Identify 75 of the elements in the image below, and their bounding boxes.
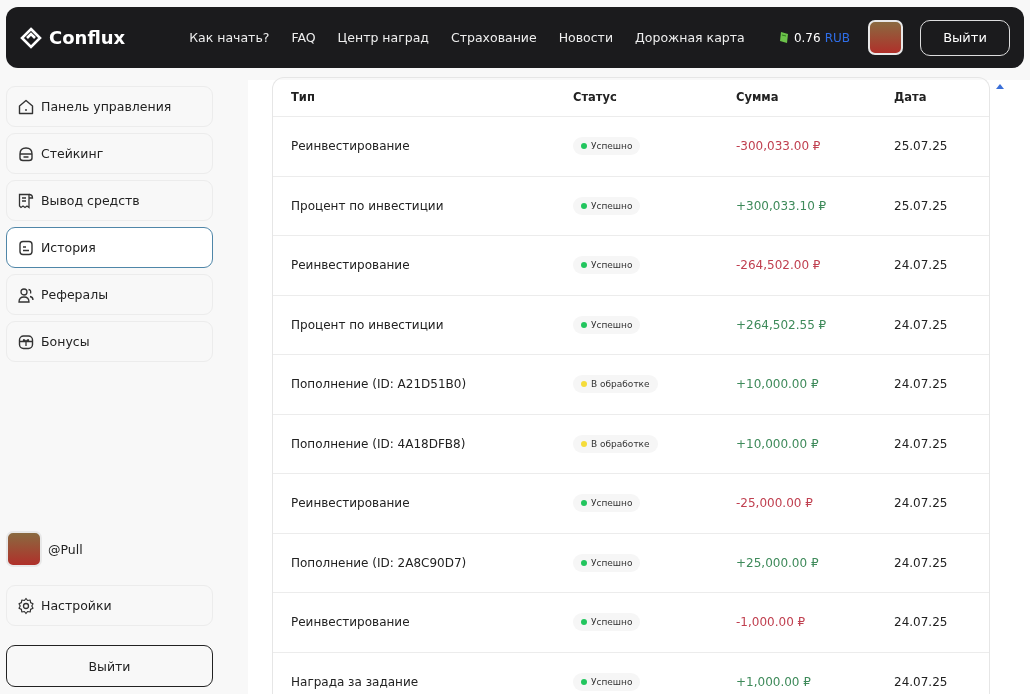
nav-link[interactable]: Новости [558,30,614,45]
coin-stack-icon [17,144,35,163]
status-badge: В обработке [573,434,658,453]
logout-button[interactable]: Выйти [920,19,1010,56]
nav-link[interactable]: Дорожная карта [635,30,745,45]
status-badge: Успешно [573,613,641,632]
amount-text: +264,502.55 ₽ [736,317,827,332]
column-header: Статус [573,90,618,104]
amount-text: -300,033.00 ₽ [736,139,821,154]
gift-icon [17,332,35,351]
table-cell-text: Процент по инвестиции [291,317,445,332]
logout-button[interactable]: Выйти [6,645,213,687]
amount-text: +300,033.10 ₽ [736,198,827,213]
avatar-picture[interactable] [6,531,42,567]
sidebar-item[interactable]: Панель управления [6,86,213,127]
sidebar-item[interactable]: История [6,227,213,268]
table-cell-text: Награда за задание [291,674,420,689]
amount-text: +10,000.00 ₽ [736,436,819,451]
balance-currency: RUB [824,30,850,45]
status-badge: Успешно [573,137,641,156]
table-cell-text: Реинвестирование [291,615,411,630]
amount-text: +25,000.00 ₽ [736,555,819,570]
diamond-logo-icon [20,26,42,49]
table-cell-text: Реинвестирование [291,496,411,511]
status-badge: Успешно [573,494,641,513]
column-header: Сумма [736,90,780,104]
receipt-icon [17,191,35,210]
avatar-picture[interactable] [868,20,903,55]
status-badge: Успешно [573,256,641,275]
status-badge: Успешно [573,672,641,691]
username: @Pull [48,541,83,557]
table-cell-text: 24.07.25 [894,258,949,273]
status-badge: Успешно [573,196,641,215]
sidebar-item[interactable]: Вывод средств [6,180,213,221]
nav-link[interactable]: Центр наград [337,30,429,45]
table-cell-text: 24.07.25 [894,496,949,511]
table-cell-text: Пополнение (ID: 2A8C90D7) [291,555,468,570]
table-cell-text: 24.07.25 [894,555,949,570]
balance-amount: 0.76 [793,30,821,45]
table-cell-text: 24.07.25 [894,317,949,332]
document-icon [17,238,35,257]
table-cell-text: Реинвестирование [291,258,411,273]
amount-text: +10,000.00 ₽ [736,377,819,392]
table-cell-text: 25.07.25 [894,198,949,213]
table-cell-text: 24.07.25 [894,615,949,630]
users-icon [17,285,35,304]
table-cell-text: Реинвестирование [291,139,411,154]
scroll-up-icon[interactable] [996,84,1004,89]
amount-text: -25,000.00 ₽ [736,496,813,511]
column-header: Тип [291,90,316,104]
table-cell-text: Пополнение (ID: 4A18DFB8) [291,436,467,451]
table-cell-text: 24.07.25 [894,436,949,451]
status-badge: Успешно [573,553,641,572]
home-icon [17,97,35,116]
status-badge: Успешно [573,315,641,334]
amount-text: -264,502.00 ₽ [736,258,821,273]
cash-icon [777,31,790,44]
sidebar-item[interactable]: Стейкинг [6,133,213,174]
amount-text: -1,000.00 ₽ [736,615,806,630]
sidebar-item[interactable]: Рефералы [6,274,213,315]
nav-link[interactable]: Как начать? [189,30,270,45]
sidebar-item[interactable]: Бонусы [6,321,213,362]
column-header: Дата [894,90,928,104]
settings-item[interactable]: Настройки [6,585,213,626]
table-cell-text: 24.07.25 [894,377,949,392]
amount-text: +1,000.00 ₽ [736,674,811,689]
nav-link[interactable]: FAQ [291,30,316,45]
table-cell-text: Процент по инвестиции [291,198,445,213]
settings-icon [17,596,35,615]
table-cell-text: 24.07.25 [894,674,949,689]
table-cell-text: Пополнение (ID: A21D51B0) [291,377,468,392]
table-cell-text: 25.07.25 [894,139,949,154]
logo-text: Conflux [49,27,126,48]
status-badge: В обработке [573,375,658,394]
nav-link[interactable]: Страхование [451,30,537,45]
